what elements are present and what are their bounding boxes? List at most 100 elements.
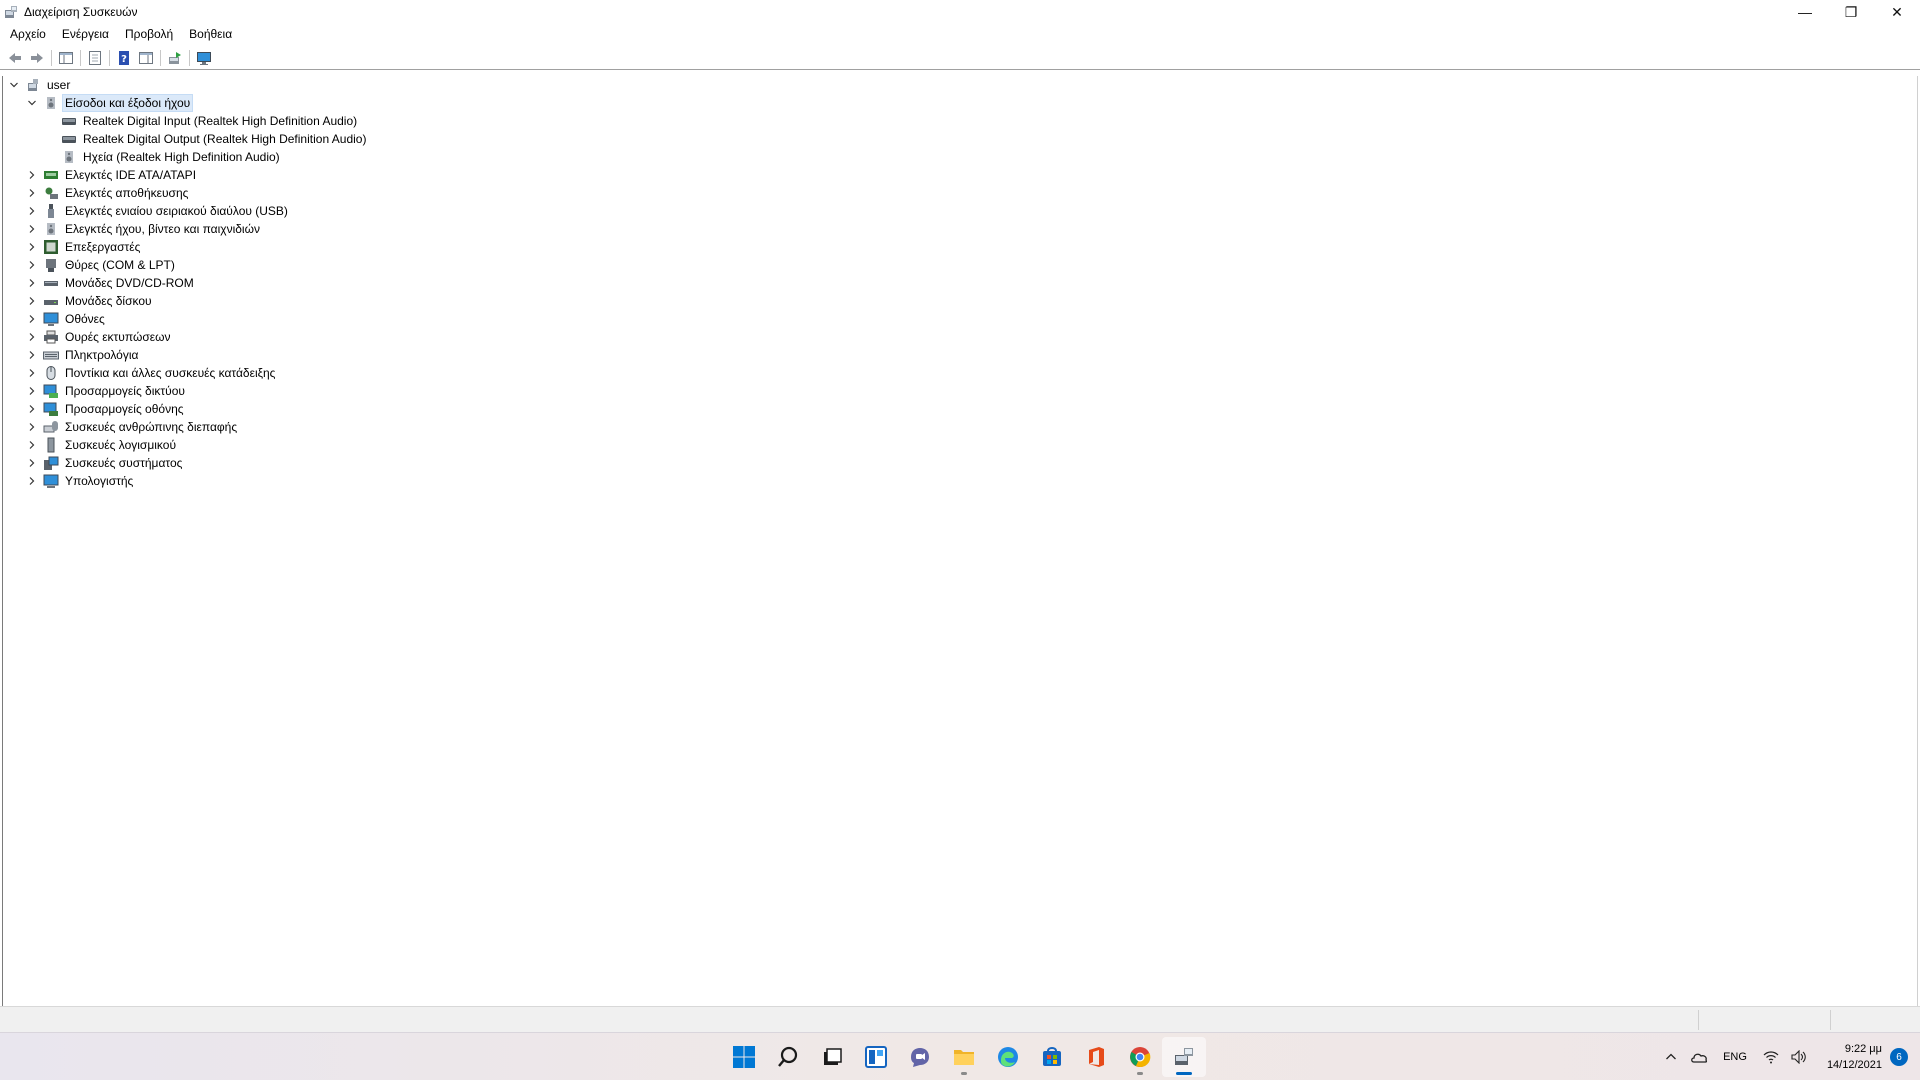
chevron-right-icon[interactable] xyxy=(25,330,39,344)
chrome-icon[interactable] xyxy=(1118,1037,1162,1077)
chevron-right-icon[interactable] xyxy=(25,258,39,272)
tree-category-disk[interactable]: Μονάδες δίσκου xyxy=(25,292,154,310)
tree-category-software[interactable]: Συσκευές λογισμικού xyxy=(25,436,178,454)
clock-date: 14/12/2021 xyxy=(1826,1059,1882,1071)
chevron-right-icon[interactable] xyxy=(25,204,39,218)
title-bar[interactable]: Διαχείριση Συσκευών — ❐ ✕ xyxy=(0,0,1920,24)
volume-icon[interactable] xyxy=(1787,1045,1811,1069)
clock[interactable]: 9:22 μμ 14/12/2021 xyxy=(1827,1041,1882,1073)
help-icon[interactable]: ? xyxy=(113,47,135,69)
properties-icon[interactable] xyxy=(84,47,106,69)
notification-badge[interactable]: 6 xyxy=(1890,1048,1908,1066)
tree-category-computer[interactable]: Υπολογιστής xyxy=(25,472,135,490)
language-indicator[interactable]: ENG xyxy=(1723,1051,1747,1063)
hid-icon xyxy=(43,419,59,435)
window-title: Διαχείριση Συσκευών xyxy=(24,5,138,19)
show-hide-console-tree-icon[interactable] xyxy=(55,47,77,69)
search-icon[interactable] xyxy=(766,1037,810,1077)
close-button[interactable]: ✕ xyxy=(1874,0,1920,24)
minimize-button[interactable]: — xyxy=(1782,0,1828,24)
tree-device-item[interactable]: Ηχεία (Realtek High Definition Audio) xyxy=(61,148,282,166)
chevron-down-icon[interactable] xyxy=(25,96,39,110)
chevron-right-icon[interactable] xyxy=(25,312,39,326)
edge-icon[interactable] xyxy=(986,1037,1030,1077)
menu-file[interactable]: Αρχείο xyxy=(0,24,54,44)
tree-category-label: Συσκευές συστήματος xyxy=(65,456,183,470)
computer-icon xyxy=(43,473,59,489)
port-icon xyxy=(43,257,59,273)
office-icon[interactable] xyxy=(1074,1037,1118,1077)
disk-drive-icon xyxy=(43,293,59,309)
network-adapter-icon xyxy=(43,383,59,399)
back-icon[interactable] xyxy=(4,47,26,69)
tree-category-processors[interactable]: Επεξεργαστές xyxy=(25,238,142,256)
tree-category-ide[interactable]: Ελεγκτές IDE ATA/ATAPI xyxy=(25,166,198,184)
tree-category-network[interactable]: Προσαρμογείς δικτύου xyxy=(25,382,187,400)
computer-user-icon xyxy=(25,77,41,93)
tree-root[interactable]: user xyxy=(7,76,72,94)
ide-controller-icon xyxy=(43,167,59,183)
forward-icon[interactable] xyxy=(26,47,48,69)
tree-category-usb[interactable]: Ελεγκτές ενιαίου σειριακού διαύλου (USB) xyxy=(25,202,290,220)
tree-category-hid[interactable]: Συσκευές ανθρώπινης διεπαφής xyxy=(25,418,239,436)
onedrive-icon[interactable] xyxy=(1687,1045,1711,1069)
tree-category-label: Είσοδοι και έξοδοι ήχου xyxy=(61,94,194,112)
chevron-right-icon[interactable] xyxy=(25,402,39,416)
widgets-icon[interactable] xyxy=(854,1037,898,1077)
chat-icon[interactable] xyxy=(898,1037,942,1077)
chevron-right-icon[interactable] xyxy=(25,294,39,308)
tree-category-label: Προσαρμογείς δικτύου xyxy=(65,384,185,398)
toolbar: ? xyxy=(0,46,1920,70)
menu-help[interactable]: Βοήθεια xyxy=(181,24,240,44)
speaker-icon xyxy=(43,221,59,237)
task-view-icon[interactable] xyxy=(810,1037,854,1077)
chevron-right-icon[interactable] xyxy=(25,384,39,398)
device-manager-icon[interactable] xyxy=(1162,1037,1206,1077)
tree-category-system[interactable]: Συσκευές συστήματος xyxy=(25,454,184,472)
chevron-up-icon[interactable] xyxy=(1659,1045,1683,1069)
file-explorer-icon[interactable] xyxy=(942,1037,986,1077)
toolbar-separator xyxy=(51,49,52,66)
tree-device-label: Realtek Digital Output (Realtek High Def… xyxy=(83,132,367,146)
restore-button[interactable]: ❐ xyxy=(1828,0,1874,24)
chevron-right-icon[interactable] xyxy=(25,276,39,290)
audio-device-icon xyxy=(61,131,77,147)
chevron-right-icon[interactable] xyxy=(25,240,39,254)
action-pane-icon[interactable] xyxy=(135,47,157,69)
chevron-right-icon[interactable] xyxy=(25,474,39,488)
tree-device-item[interactable]: Realtek Digital Input (Realtek High Defi… xyxy=(61,112,359,130)
tree-device-item[interactable]: Realtek Digital Output (Realtek High Def… xyxy=(61,130,368,148)
chevron-right-icon[interactable] xyxy=(25,366,39,380)
tree-category-print-queues[interactable]: Ουρές εκτυπώσεων xyxy=(25,328,172,346)
monitor-icon xyxy=(43,311,59,327)
chevron-right-icon[interactable] xyxy=(25,168,39,182)
tree-category-label: Ελεγκτές IDE ATA/ATAPI xyxy=(65,168,197,182)
tree-category-label: Ελεγκτές ήχου, βίντεο και παιχνιδιών xyxy=(65,222,260,236)
chevron-right-icon[interactable] xyxy=(25,456,39,470)
tree-category-sound-video[interactable]: Ελεγκτές ήχου, βίντεο και παιχνιδιών xyxy=(25,220,262,238)
chevron-right-icon[interactable] xyxy=(25,186,39,200)
tree-category-display-adapters[interactable]: Προσαρμογείς οθόνης xyxy=(25,400,186,418)
store-icon[interactable] xyxy=(1030,1037,1074,1077)
monitor-icon[interactable] xyxy=(193,47,215,69)
chevron-right-icon[interactable] xyxy=(25,438,39,452)
toolbar-separator xyxy=(80,49,81,66)
update-driver-icon[interactable] xyxy=(164,47,186,69)
wifi-icon[interactable] xyxy=(1759,1045,1783,1069)
tree-category-monitors[interactable]: Οθόνες xyxy=(25,310,107,328)
menu-action[interactable]: Ενέργεια xyxy=(54,24,117,44)
tree-category-storage[interactable]: Ελεγκτές αποθήκευσης xyxy=(25,184,190,202)
chevron-right-icon[interactable] xyxy=(25,222,39,236)
clock-time: 9:22 μμ xyxy=(1844,1043,1882,1055)
chevron-down-icon[interactable] xyxy=(7,78,21,92)
tree-category-ports[interactable]: Θύρες (COM & LPT) xyxy=(25,256,177,274)
tree-category-mice[interactable]: Ποντίκια και άλλες συσκευές κατάδειξης xyxy=(25,364,277,382)
tree-category-audio-io[interactable]: Είσοδοι και έξοδοι ήχου xyxy=(25,94,194,112)
tree-category-dvd[interactable]: Μονάδες DVD/CD-ROM xyxy=(25,274,196,292)
chevron-right-icon[interactable] xyxy=(25,348,39,362)
device-tree[interactable]: user Είσοδοι και έξοδοι ήχου Realtek Dig… xyxy=(2,76,1918,1006)
menu-view[interactable]: Προβολή xyxy=(117,24,181,44)
tree-category-keyboards[interactable]: Πληκτρολόγια xyxy=(25,346,140,364)
chevron-right-icon[interactable] xyxy=(25,420,39,434)
start-icon[interactable] xyxy=(722,1037,766,1077)
